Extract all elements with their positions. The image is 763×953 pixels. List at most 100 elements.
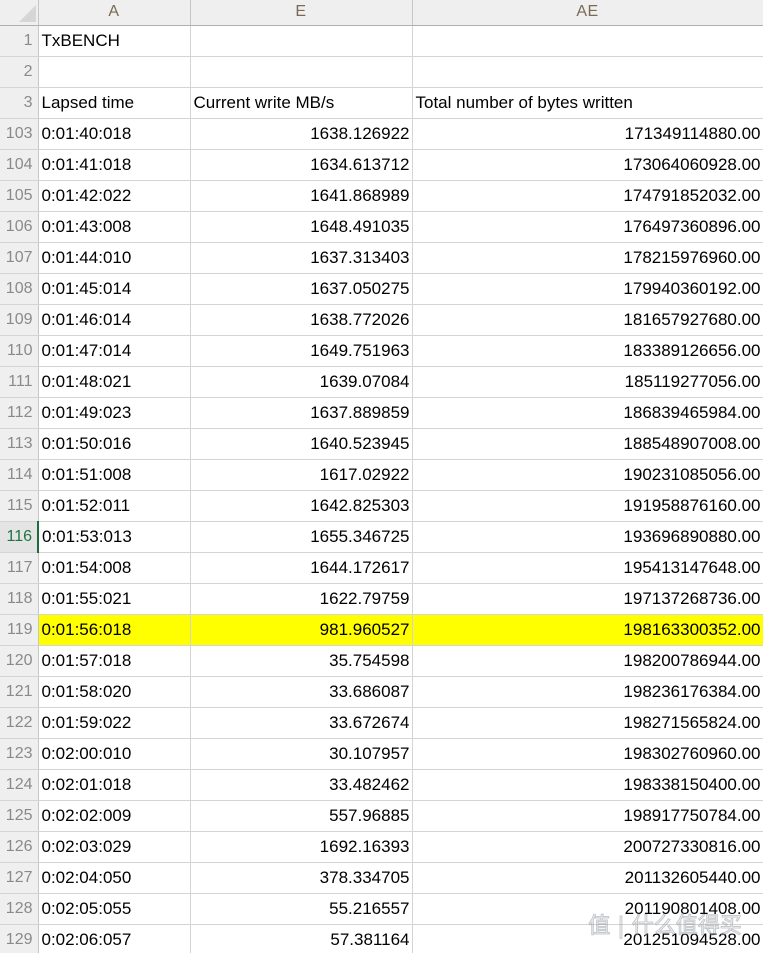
table-row[interactable]: 116 0:01:53:013 1655.346725 193696890880.00 — [0, 521, 763, 553]
table-row[interactable]: 107 0:01:44:010 1637.313403 178215976960.00 — [0, 242, 763, 274]
cell-ae[interactable]: 201251094528.00 — [412, 924, 763, 953]
cell-a[interactable]: 0:01:47:014 — [38, 335, 191, 367]
cell-e[interactable]: 557.96885 — [190, 800, 413, 832]
row-header[interactable]: 3 — [0, 87, 39, 119]
cell-a[interactable]: 0:01:42:022 — [38, 180, 191, 212]
cell-ae[interactable]: 181657927680.00 — [412, 304, 763, 336]
cell-e[interactable]: 30.107957 — [190, 738, 413, 770]
cell-a[interactable]: 0:02:05:055 — [38, 893, 191, 925]
table-row[interactable]: 108 0:01:45:014 1637.050275 179940360192.00 — [0, 273, 763, 305]
cell-e[interactable]: 35.754598 — [190, 645, 413, 677]
table-row[interactable]: 104 0:01:41:018 1634.613712 173064060928.00 — [0, 149, 763, 181]
table-row[interactable]: 117 0:01:54:008 1644.172617 195413147648.00 — [0, 552, 763, 584]
cell-e[interactable]: 1640.523945 — [190, 428, 413, 460]
table-row[interactable]: 121 0:01:58:020 33.686087 198236176384.00 — [0, 676, 763, 708]
row-header[interactable]: 107 — [0, 242, 39, 274]
row-header[interactable]: 125 — [0, 800, 39, 832]
table-row[interactable]: 1 TxBENCH — [0, 25, 763, 57]
cell-e-label[interactable]: Current write MB/s — [190, 87, 413, 119]
cell-e[interactable]: 57.381164 — [190, 924, 413, 953]
row-header[interactable]: 118 — [0, 583, 39, 615]
column-header-a[interactable]: A — [38, 0, 191, 26]
row-header[interactable]: 122 — [0, 707, 39, 739]
cell-a-label[interactable]: Lapsed time — [38, 87, 191, 119]
cell-a[interactable]: 0:02:06:057 — [38, 924, 191, 953]
cell-e[interactable]: 1648.491035 — [190, 211, 413, 243]
cell-ae[interactable]: 174791852032.00 — [412, 180, 763, 212]
table-row[interactable]: 126 0:02:03:029 1692.16393 200727330816.00 — [0, 831, 763, 863]
cell-ae[interactable]: 186839465984.00 — [412, 397, 763, 429]
cell-e[interactable]: 981.960527 — [190, 614, 413, 646]
cell-e[interactable]: 1642.825303 — [190, 490, 413, 522]
table-row[interactable]: 105 0:01:42:022 1641.868989 174791852032.00 — [0, 180, 763, 212]
row-header[interactable]: 2 — [0, 56, 39, 88]
cell-e[interactable]: 33.686087 — [190, 676, 413, 708]
table-row[interactable]: 103 0:01:40:018 1638.126922 171349114880.00 — [0, 118, 763, 150]
row-header[interactable]: 119 — [0, 614, 39, 646]
cell-a[interactable] — [38, 56, 191, 88]
cell-e[interactable] — [190, 25, 413, 57]
cell-e[interactable]: 33.482462 — [190, 769, 413, 801]
cell-ae[interactable]: 191958876160.00 — [412, 490, 763, 522]
cell-ae[interactable]: 197137268736.00 — [412, 583, 763, 615]
cell-ae[interactable]: 188548907008.00 — [412, 428, 763, 460]
cell-ae[interactable]: 198917750784.00 — [412, 800, 763, 832]
column-header-e[interactable]: E — [190, 0, 413, 26]
row-header[interactable]: 111 — [0, 366, 39, 398]
cell-e[interactable]: 1641.868989 — [190, 180, 413, 212]
cell-a[interactable]: 0:01:41:018 — [38, 149, 191, 181]
row-header[interactable]: 113 — [0, 428, 39, 460]
table-row[interactable]: 3 Lapsed time Current write MB/s Total n… — [0, 87, 763, 119]
cell-ae[interactable]: 179940360192.00 — [412, 273, 763, 305]
cell-a[interactable]: 0:01:54:008 — [38, 552, 191, 584]
row-header[interactable]: 121 — [0, 676, 39, 708]
cell-ae[interactable]: 201190801408.00 — [412, 893, 763, 925]
spreadsheet-grid[interactable]: A E AE 1 TxBENCH 2 3 Lapsed time Current… — [0, 0, 763, 953]
row-header[interactable]: 106 — [0, 211, 39, 243]
table-row[interactable]: 114 0:01:51:008 1617.02922 190231085056.00 — [0, 459, 763, 491]
cell-ae[interactable]: 190231085056.00 — [412, 459, 763, 491]
cell-e[interactable]: 1692.16393 — [190, 831, 413, 863]
cell-ae[interactable]: 171349114880.00 — [412, 118, 763, 150]
table-row[interactable]: 2 — [0, 56, 763, 88]
cell-e[interactable]: 1639.07084 — [190, 366, 413, 398]
cell-a[interactable]: 0:01:43:008 — [38, 211, 191, 243]
cell-ae[interactable]: 198302760960.00 — [412, 738, 763, 770]
cell-ae[interactable]: 183389126656.00 — [412, 335, 763, 367]
cell-ae[interactable]: 178215976960.00 — [412, 242, 763, 274]
cell-ae[interactable]: 201132605440.00 — [412, 862, 763, 894]
row-header[interactable]: 124 — [0, 769, 39, 801]
row-header[interactable]: 127 — [0, 862, 39, 894]
cell-ae[interactable]: 195413147648.00 — [412, 552, 763, 584]
cell-a[interactable]: 0:01:53:013 — [38, 521, 191, 553]
cell-a[interactable]: 0:02:00:010 — [38, 738, 191, 770]
cell-e[interactable]: 55.216557 — [190, 893, 413, 925]
table-row[interactable]: 109 0:01:46:014 1638.772026 181657927680.00 — [0, 304, 763, 336]
row-header[interactable]: 123 — [0, 738, 39, 770]
cell-a[interactable]: 0:02:04:050 — [38, 862, 191, 894]
cell-a[interactable]: 0:01:57:018 — [38, 645, 191, 677]
table-row[interactable]: 115 0:01:52:011 1642.825303 191958876160.00 — [0, 490, 763, 522]
cell-ae[interactable] — [412, 25, 763, 57]
cell-e[interactable]: 1644.172617 — [190, 552, 413, 584]
cell-a[interactable]: 0:01:45:014 — [38, 273, 191, 305]
cell-ae[interactable]: 200727330816.00 — [412, 831, 763, 863]
cell-ae[interactable]: 198200786944.00 — [412, 645, 763, 677]
cell-a[interactable]: 0:01:40:018 — [38, 118, 191, 150]
cell-a[interactable]: TxBENCH — [38, 25, 191, 57]
cell-ae-label[interactable]: Total number of bytes written — [412, 87, 763, 119]
table-row[interactable]: 125 0:02:02:009 557.96885 198917750784.00 — [0, 800, 763, 832]
table-row[interactable]: 128 0:02:05:055 55.216557 201190801408.00 — [0, 893, 763, 925]
table-row[interactable]: 123 0:02:00:010 30.107957 198302760960.00 — [0, 738, 763, 770]
cell-e[interactable]: 1655.346725 — [190, 521, 413, 553]
cell-a[interactable]: 0:01:56:018 — [38, 614, 191, 646]
row-header[interactable]: 115 — [0, 490, 39, 522]
cell-ae[interactable]: 173064060928.00 — [412, 149, 763, 181]
row-header[interactable]: 116 — [0, 521, 39, 553]
cell-ae[interactable]: 198236176384.00 — [412, 676, 763, 708]
cell-e[interactable]: 1617.02922 — [190, 459, 413, 491]
cell-e[interactable] — [190, 56, 413, 88]
column-header-ae[interactable]: AE — [412, 0, 763, 26]
row-header[interactable]: 1 — [0, 25, 39, 57]
cell-a[interactable]: 0:01:48:021 — [38, 366, 191, 398]
